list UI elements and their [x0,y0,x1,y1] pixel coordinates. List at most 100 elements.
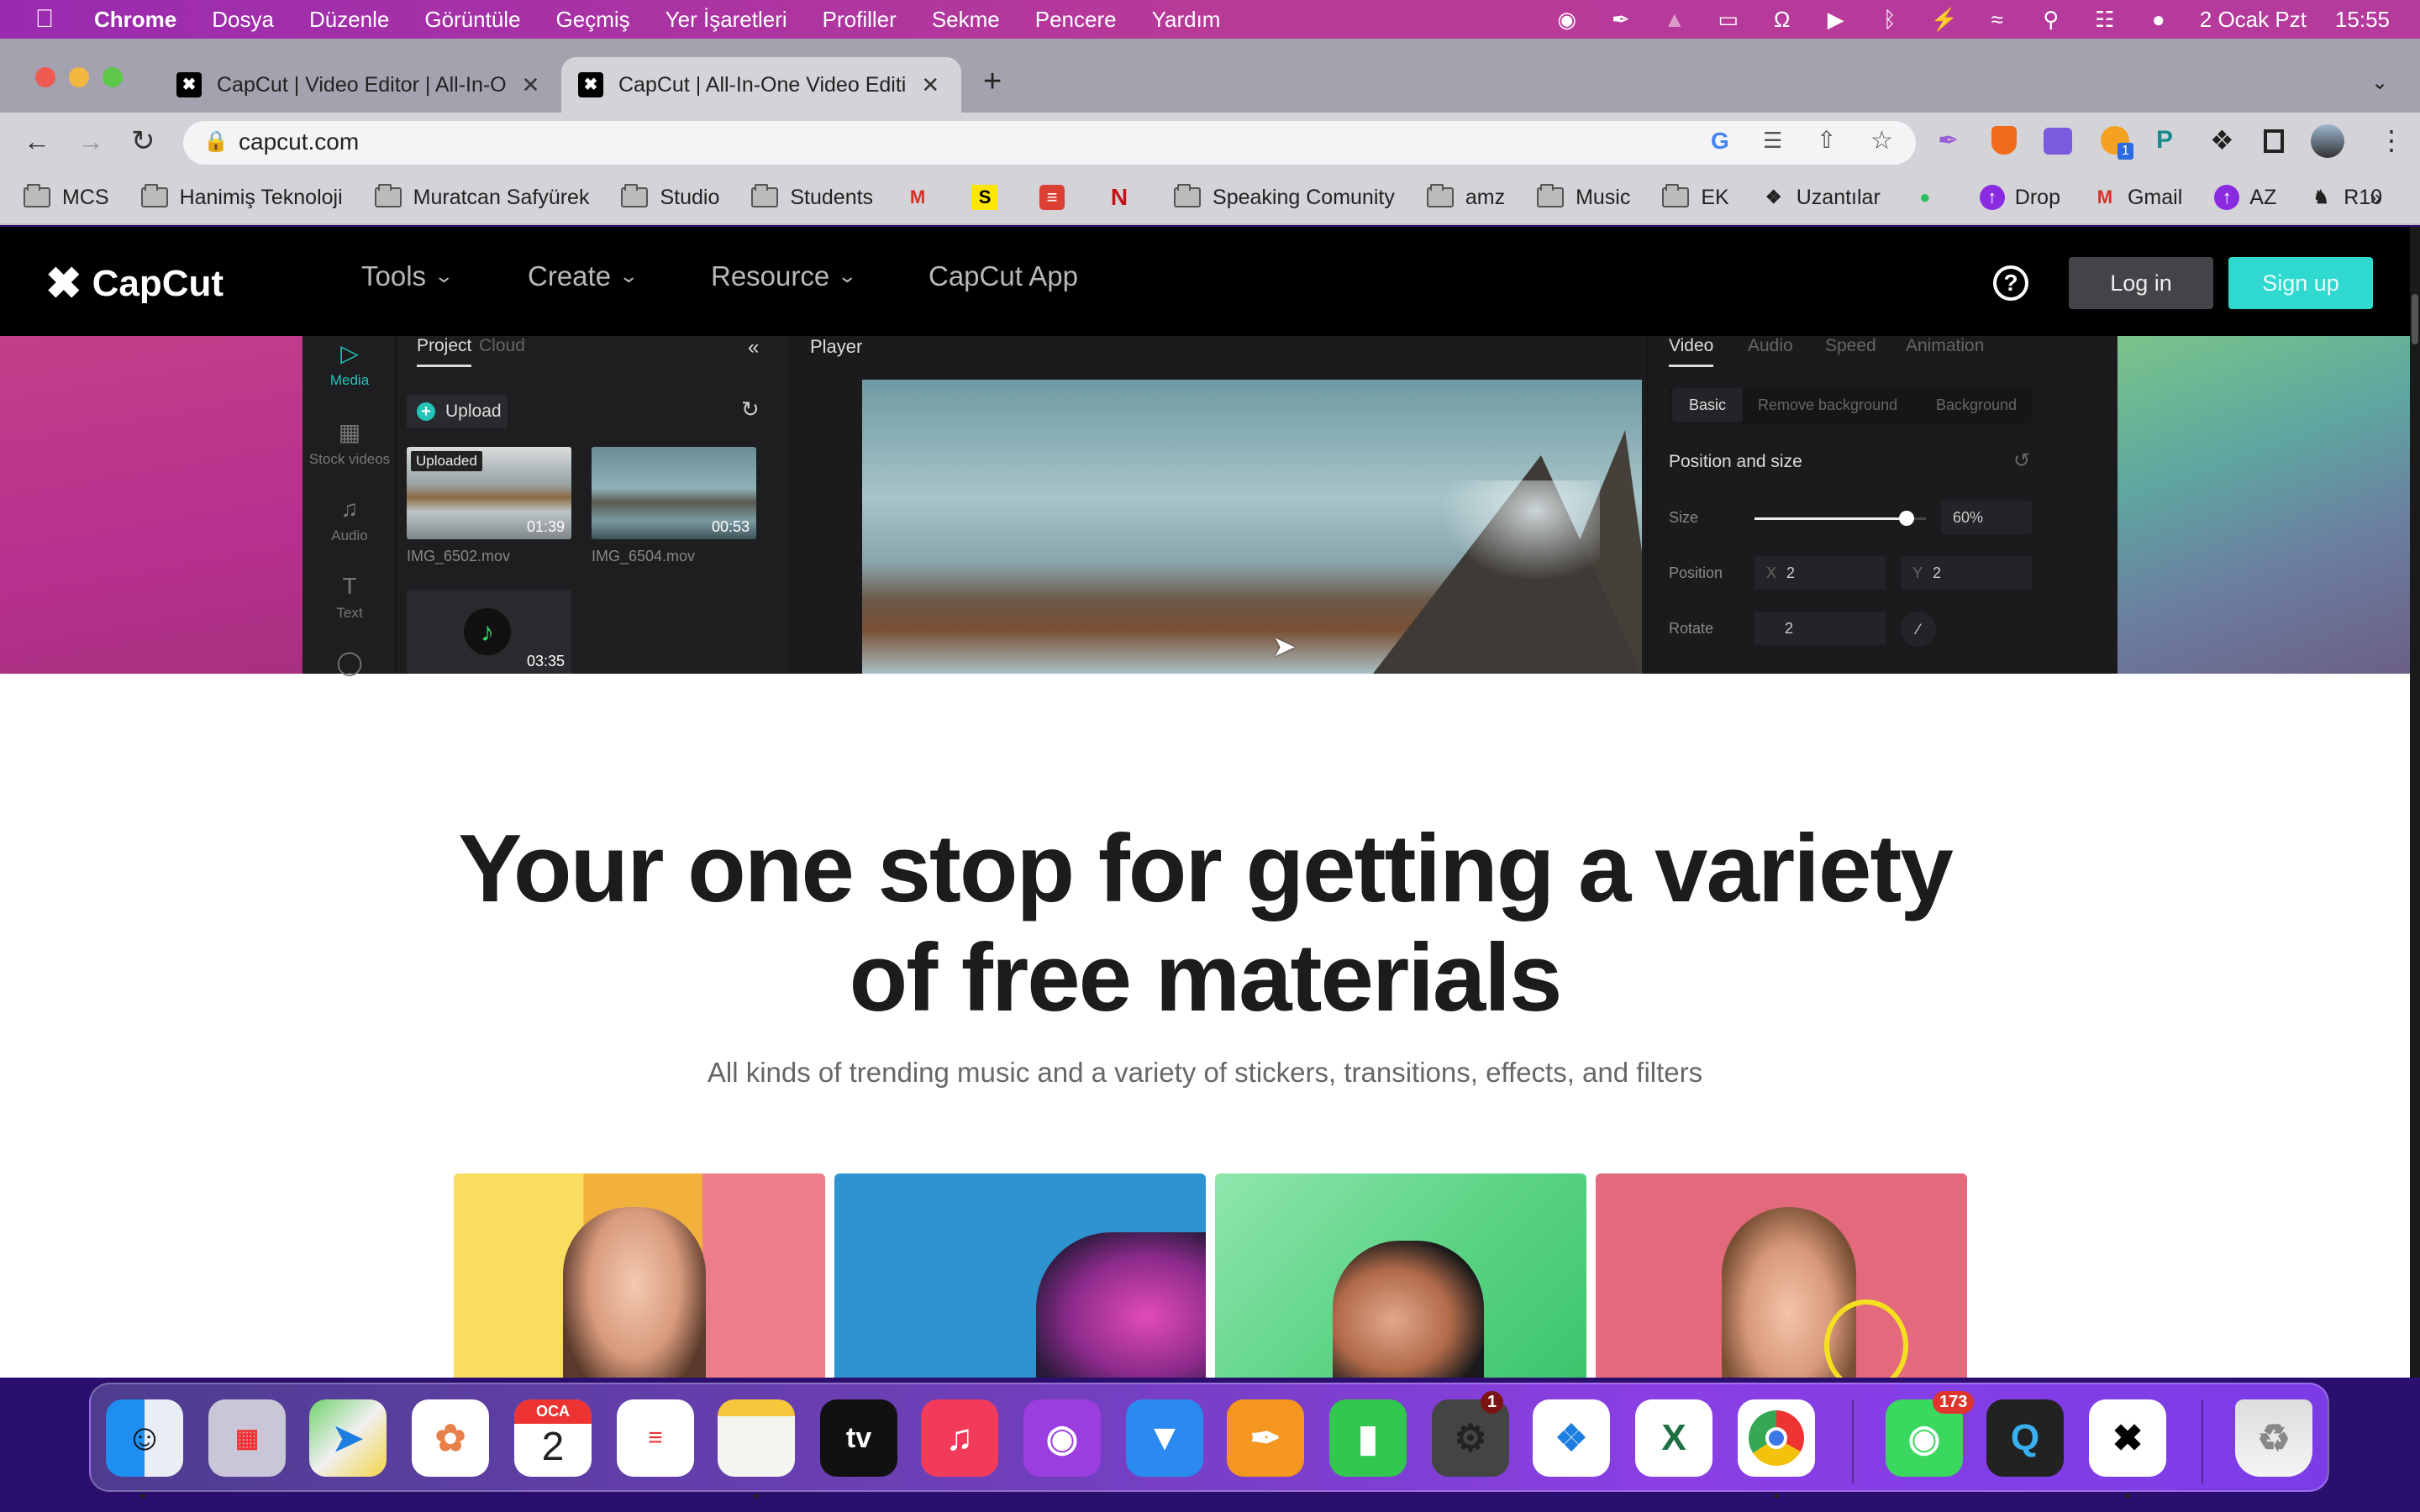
menu-profiles[interactable]: Profiller [823,7,897,33]
dock-trash-icon[interactable]: ♻ [2235,1399,2312,1477]
menu-bar-date[interactable]: 2 Ocak Pzt [2200,7,2307,33]
dock-keynote-icon[interactable]: ▼ [1126,1399,1203,1477]
dock-finder-icon[interactable]: ☺ [106,1399,183,1477]
tab-project[interactable]: Project [417,336,472,367]
translate-icon[interactable]: ☰ [1763,128,1782,154]
bookmark-ek[interactable]: EK [1662,184,1729,210]
bookmark-speaking-comunity[interactable]: Speaking Comunity [1174,184,1395,210]
bookmark-music[interactable]: Music [1537,184,1630,210]
sidebar-item-audio[interactable]: ♫ Audio [302,496,397,544]
bookmark-studio[interactable]: Studio [621,184,719,210]
menu-bar-time[interactable]: 15:55 [2335,7,2390,33]
menu-window[interactable]: Pencere [1035,7,1117,33]
bookmark-students[interactable]: Students [751,184,873,210]
bookmark-star-icon[interactable]: ☆ [1870,126,1893,155]
headphones-icon[interactable]: Ω [1770,7,1795,32]
rotate-field[interactable]: 2 [1754,612,1886,645]
menu-help[interactable]: Yardım [1152,7,1221,33]
extension-ad-icon[interactable] [2044,128,2072,155]
media-thumbnail[interactable]: Uploaded 01:39 [407,447,571,539]
bookmark-drop[interactable]: ↑ Drop [1979,185,2060,210]
dock-calendar-icon[interactable]: OCA 2 [514,1399,592,1477]
menu-app-name[interactable]: Chrome [94,7,176,33]
control-center-icon[interactable]: ☷ [2092,7,2118,32]
sidebar-item-stickers[interactable]: ◯ [302,648,397,681]
material-card-filters[interactable] [1596,1173,1967,1378]
battery-charging-icon[interactable]: ⚡ [1931,7,1958,32]
extension-pen-icon[interactable]: ✒ [1938,126,1959,155]
tab-search-chevron-icon[interactable]: ⌄ [2371,71,2388,95]
apple-menu-icon[interactable]:  [32,5,57,34]
capcut-logo[interactable]: ✖ CapCut [45,259,224,309]
dock-reminders-icon[interactable]: ≡ [617,1399,694,1477]
bookmark-amz[interactable]: amz [1426,184,1505,210]
display-icon[interactable]: ▭ [1716,7,1741,32]
menu-tab[interactable]: Sekme [932,7,1000,33]
browser-tab[interactable]: ✖ CapCut | Video Editor | All-In-O ✕ [176,57,555,113]
feather-icon[interactable]: ✒ [1608,7,1634,32]
reset-icon[interactable]: ↺ [2013,449,2030,473]
app-icon[interactable]: ▲ [1662,7,1687,32]
profile-avatar[interactable] [2311,124,2344,158]
menu-view[interactable]: Görüntüle [424,7,520,33]
window-close-button[interactable] [35,67,55,87]
tab-audio[interactable]: Audio [1748,336,1793,365]
window-minimize-button[interactable] [69,67,89,87]
subtab-remove-background[interactable]: Remove background [1758,396,1897,414]
login-button[interactable]: Log in [2069,257,2213,309]
tab-speed[interactable]: Speed [1825,336,1876,365]
url-text[interactable]: capcut.com [239,129,359,155]
wifi-icon[interactable]: ≈ [1985,7,2010,32]
page-scrollbar-thumb[interactable] [2412,294,2418,344]
dock-music-icon[interactable]: ♫ [921,1399,998,1477]
dock-maps-icon[interactable]: ➤ [309,1399,387,1477]
menu-bookmarks[interactable]: Yer İşaretleri [666,7,787,33]
material-card-music[interactable] [834,1173,1206,1378]
video-preview[interactable] [862,380,1642,674]
dock-notes-icon[interactable] [718,1399,795,1477]
bookmark-az[interactable]: ↑ AZ [2214,185,2276,210]
bookmark-uzantilar[interactable]: ❖ Uzantılar [1761,185,1881,210]
bookmark-evernote[interactable]: ● [1912,185,1948,210]
rotate-dial-icon[interactable]: ∕ [1901,612,1936,647]
forward-arrow-icon[interactable]: → [77,126,104,157]
play-circle-icon[interactable]: ▶ [1823,7,1849,32]
signup-button[interactable]: Sign up [2228,257,2373,309]
bookmark-muratcan-safyurek[interactable]: Muratcan Safyürek [374,184,589,210]
dock-launchpad-icon[interactable]: ▦ [208,1399,286,1477]
refresh-icon[interactable]: ↻ [741,396,760,423]
sidebar-item-stock-videos[interactable]: ▦ Stock videos [302,418,397,468]
dock-chrome-icon[interactable] [1738,1399,1815,1477]
side-panel-icon[interactable] [2264,129,2284,153]
bookmark-gmail-shortcut[interactable]: M [905,185,940,210]
lock-icon[interactable]: 🔒 [203,129,229,154]
help-icon[interactable]: ? [1993,265,2028,301]
back-arrow-icon[interactable]: ← [24,126,50,157]
reload-icon[interactable]: ↻ [131,124,155,158]
subtab-background[interactable]: Background [1936,396,2017,414]
material-card-stickers[interactable] [454,1173,825,1378]
google-lens-icon[interactable]: G [1711,128,1729,155]
media-thumbnail[interactable]: 00:53 [592,447,756,539]
bookmark-hanimis-teknoloji[interactable]: Hanimiş Teknoloji [140,184,343,210]
address-bar[interactable]: 🔒 capcut.com G ☰ ⇧ ☆ [183,121,1916,165]
tab-video[interactable]: Video [1669,336,1714,367]
sidebar-item-text[interactable]: T Text [302,573,397,622]
position-y-field[interactable]: Y2 [1901,556,2032,590]
window-zoom-button[interactable] [103,67,123,87]
extension-p-icon[interactable]: P [2156,126,2173,155]
bluetooth-icon[interactable]: ᛒ [1877,7,1902,32]
upload-button[interactable]: + Upload [407,395,508,428]
nav-capcut-app[interactable]: CapCut App [929,260,1078,292]
dock-safari-icon[interactable]: ❖ [1533,1399,1610,1477]
dock-podcasts-icon[interactable]: ◉ [1023,1399,1101,1477]
sidebar-item-media[interactable]: ▷ Media [302,339,397,389]
size-slider[interactable] [1754,511,1926,526]
position-x-field[interactable]: X2 [1754,556,1886,590]
bookmark-todoist-shortcut[interactable]: ≡ [1039,185,1075,210]
dock-photos-icon[interactable]: ✿ [412,1399,489,1477]
media-thumbnail-audio[interactable]: ♪ 03:35 [407,590,571,674]
dock-excel-icon[interactable]: X [1635,1399,1712,1477]
tab-cloud[interactable]: Cloud [479,336,525,365]
dock-appletv-icon[interactable]: tv [820,1399,897,1477]
